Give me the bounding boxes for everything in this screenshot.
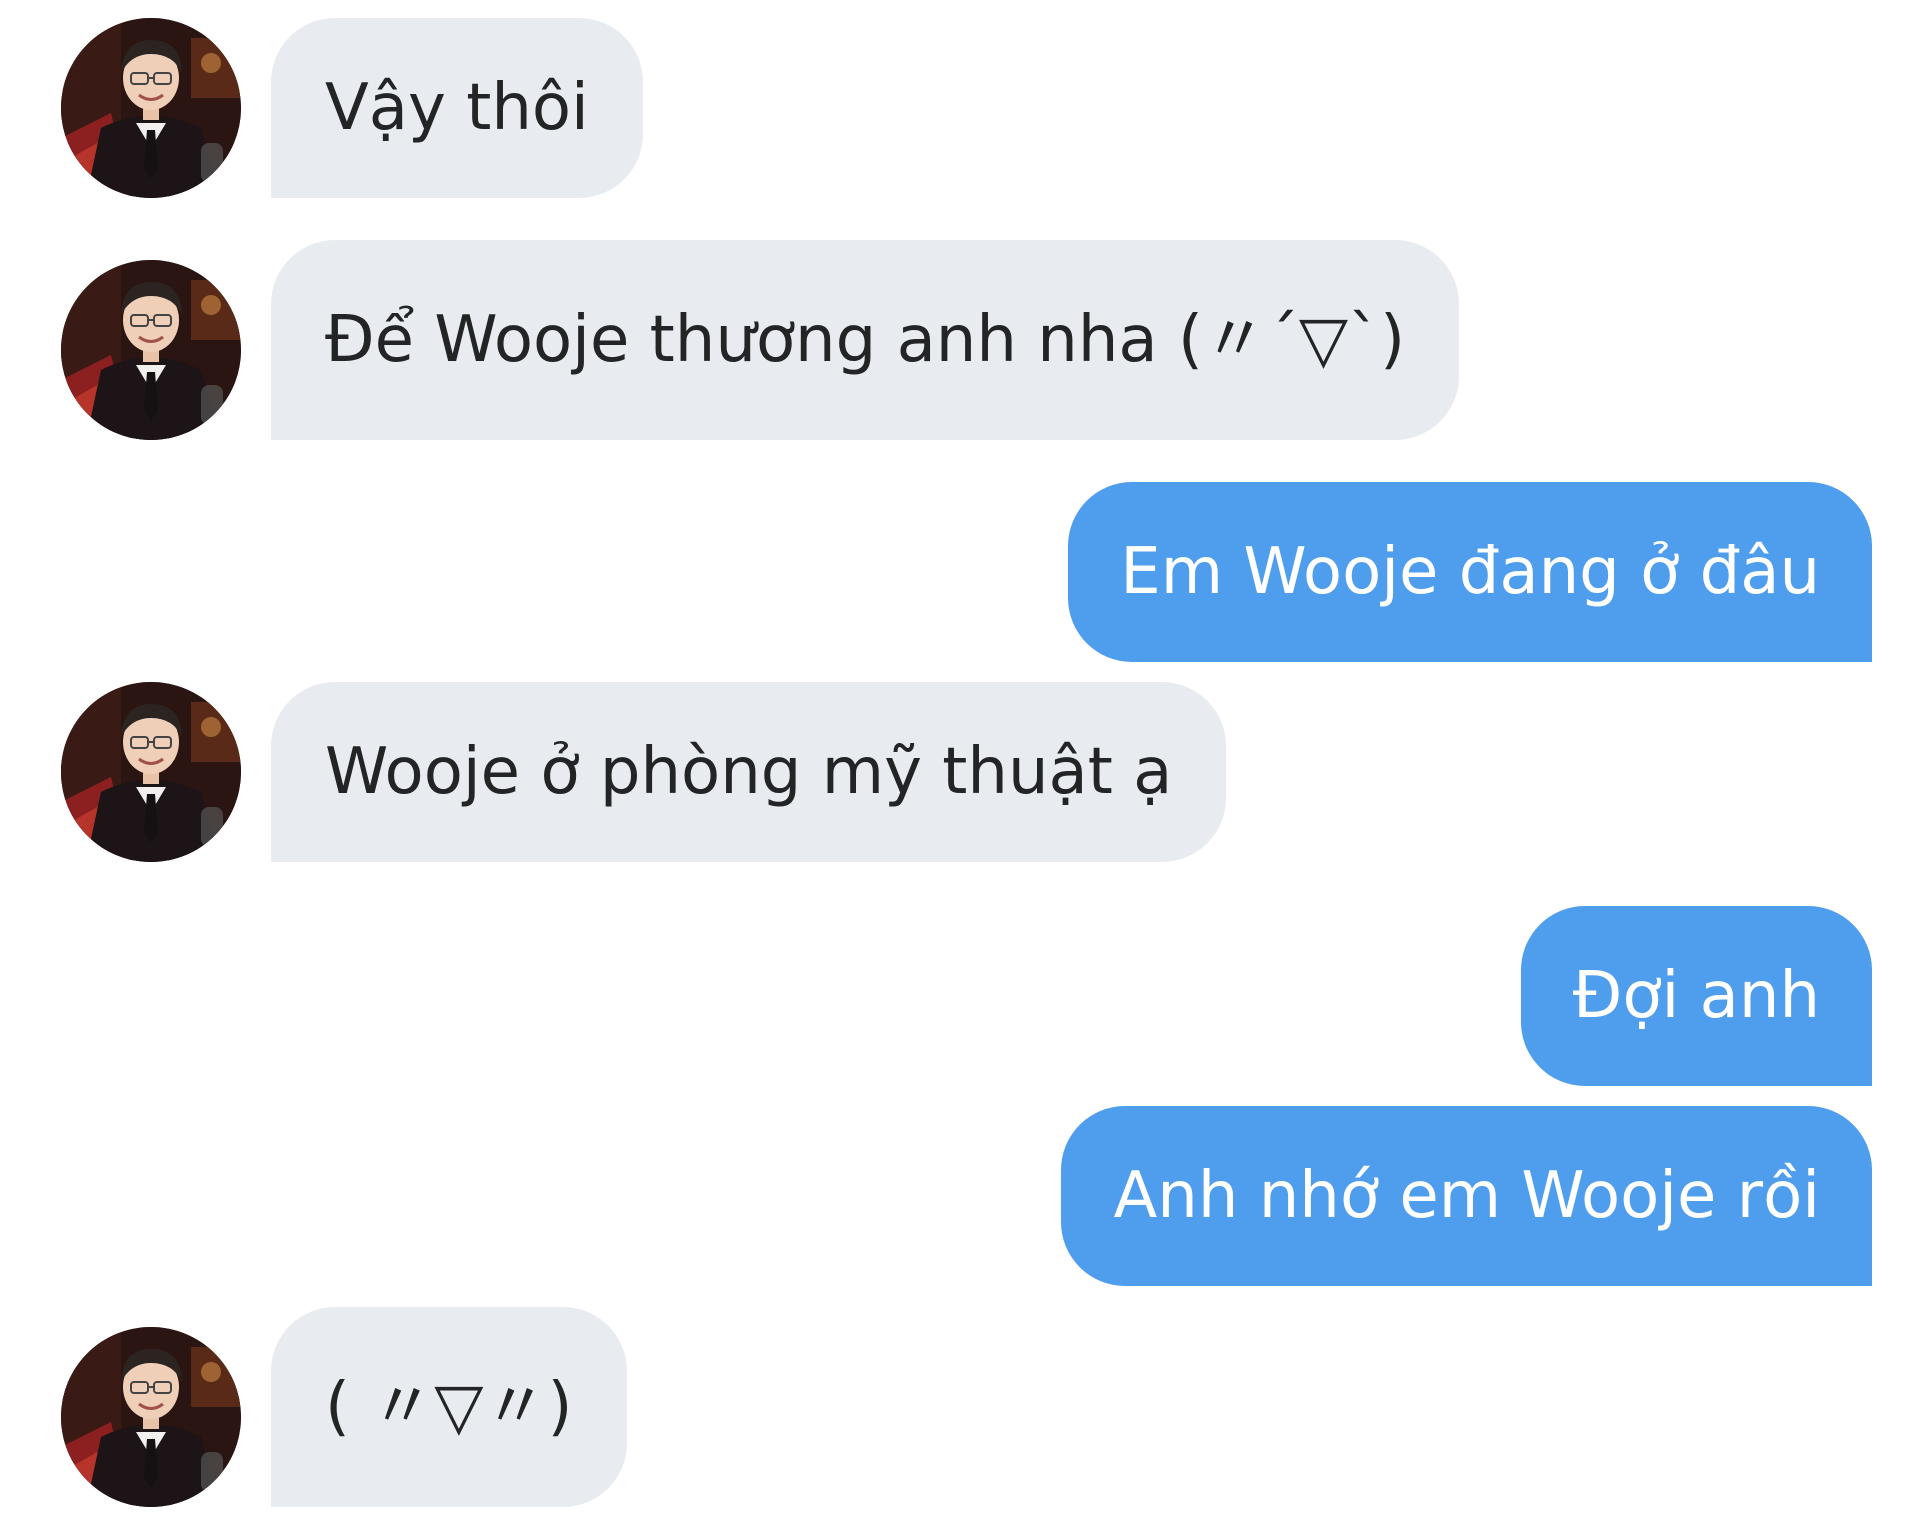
message-text: Wooje ở phòng mỹ thuật ạ bbox=[325, 735, 1173, 809]
outgoing-message-bubble[interactable]: Em Wooje đang ở đâu bbox=[1068, 482, 1872, 662]
incoming-message-bubble[interactable]: Wooje ở phòng mỹ thuật ạ bbox=[271, 682, 1227, 862]
message-text: Vậy thôi bbox=[325, 71, 589, 145]
profile-photo-icon bbox=[61, 18, 241, 198]
contact-avatar[interactable] bbox=[61, 260, 241, 440]
outgoing-message-bubble[interactable]: Anh nhớ em Wooje rồi bbox=[1061, 1106, 1872, 1286]
profile-photo-icon bbox=[61, 1327, 241, 1507]
incoming-message-bubble[interactable]: ( 〃▽〃) bbox=[271, 1307, 627, 1507]
message-text: Em Wooje đang ở đâu bbox=[1120, 535, 1820, 609]
incoming-message-bubble[interactable]: Để Wooje thương anh nha (〃´▽`) bbox=[271, 240, 1460, 440]
contact-avatar[interactable] bbox=[61, 1327, 241, 1507]
profile-photo-icon bbox=[61, 682, 241, 862]
message-text: Để Wooje thương anh nha (〃´▽`) bbox=[325, 303, 1406, 377]
contact-avatar[interactable] bbox=[61, 18, 241, 198]
outgoing-message-bubble[interactable]: Đợi anh bbox=[1520, 906, 1872, 1086]
incoming-message-bubble[interactable]: Vậy thôi bbox=[271, 18, 643, 198]
message-text: Đợi anh bbox=[1572, 959, 1820, 1033]
contact-avatar[interactable] bbox=[61, 682, 241, 862]
chat-thread: Vậy thôi Để Wooje thương anh nha (〃´▽`) … bbox=[0, 0, 1920, 1522]
message-text: ( 〃▽〃) bbox=[325, 1370, 573, 1444]
profile-photo-icon bbox=[61, 260, 241, 440]
message-text: Anh nhớ em Wooje rồi bbox=[1113, 1159, 1820, 1233]
